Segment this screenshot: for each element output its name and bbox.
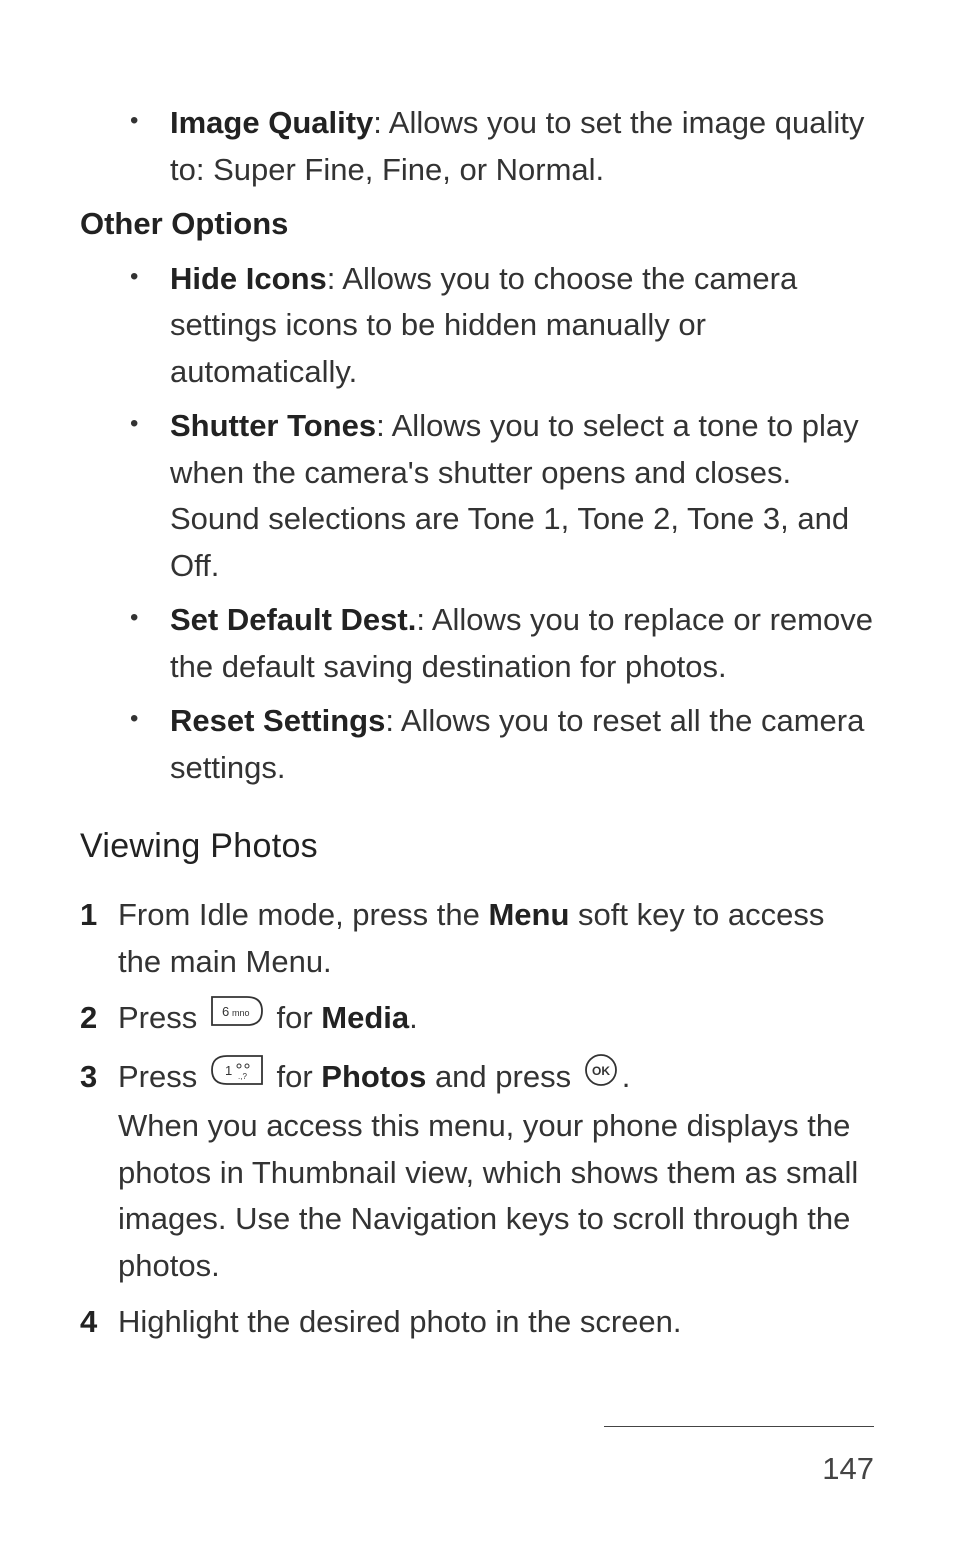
viewing-photos-heading: Viewing Photos (80, 821, 874, 872)
step-3: 3 Press 1.,? for Photos and press OK. Wh… (80, 1054, 874, 1290)
step-text: Highlight the desired photo in the scree… (118, 1299, 874, 1346)
page-number: 147 (822, 1451, 874, 1487)
menu-softkey: Menu (488, 897, 569, 932)
bullet-hide-icons: • Hide Icons: Allows you to choose the c… (80, 256, 874, 396)
svg-text:OK: OK (592, 1064, 610, 1078)
key-ok-icon: OK (583, 1052, 619, 1102)
bullet-mark: • (130, 403, 170, 589)
step-1: 1 From Idle mode, press the Menu soft ke… (80, 892, 874, 985)
step-number: 4 (80, 1299, 118, 1346)
bullet-reset-settings: • Reset Settings: Allows you to reset al… (80, 698, 874, 791)
step-number: 1 (80, 892, 118, 985)
step-3-paragraph: When you access this menu, your phone di… (118, 1103, 874, 1289)
bullet-text: Shutter Tones: Allows you to select a to… (170, 403, 874, 589)
bullet-text: Image Quality: Allows you to set the ima… (170, 100, 874, 193)
label: Shutter Tones (170, 408, 376, 443)
step-4: 4 Highlight the desired photo in the scr… (80, 1299, 874, 1346)
bullet-mark: • (130, 256, 170, 396)
bullet-mark: • (130, 100, 170, 193)
bullet-text: Set Default Dest.: Allows you to replace… (170, 597, 874, 690)
text-end: . (409, 1000, 418, 1035)
label: Reset Settings (170, 703, 385, 738)
bullet-image-quality: • Image Quality: Allows you to set the i… (80, 100, 874, 193)
bullet-set-default-dest: • Set Default Dest.: Allows you to repla… (80, 597, 874, 690)
step-text: From Idle mode, press the Menu soft key … (118, 892, 874, 985)
bullet-text: Reset Settings: Allows you to reset all … (170, 698, 874, 791)
text-a: Press (118, 1059, 206, 1094)
label: Set Default Dest. (170, 602, 416, 637)
key-1-icon: 1.,? (209, 1053, 265, 1101)
step-number: 3 (80, 1054, 118, 1290)
bullet-text: Hide Icons: Allows you to choose the cam… (170, 256, 874, 396)
other-options-heading: Other Options (80, 201, 874, 248)
text-end: . (622, 1059, 631, 1094)
svg-text:6: 6 (222, 1004, 229, 1019)
text-a: Press (118, 1000, 206, 1035)
photos-label: Photos (321, 1059, 426, 1094)
svg-text:mno: mno (232, 1008, 250, 1018)
svg-text:1: 1 (225, 1063, 232, 1078)
bullet-mark: • (130, 698, 170, 791)
bullet-mark: • (130, 597, 170, 690)
step-number: 2 (80, 995, 118, 1044)
footer-divider (604, 1426, 874, 1427)
label: Image Quality (170, 105, 373, 140)
step-text: Press 1.,? for Photos and press OK. When… (118, 1054, 874, 1290)
text-b: and press (426, 1059, 579, 1094)
step-text: Press 6mno for Media. (118, 995, 874, 1044)
svg-text:.,?: .,? (238, 1072, 247, 1081)
step-2: 2 Press 6mno for Media. (80, 995, 874, 1044)
text-a: From Idle mode, press the (118, 897, 488, 932)
text-for: for (268, 1059, 321, 1094)
label: Hide Icons (170, 261, 327, 296)
text-for: for (268, 1000, 321, 1035)
page-content: • Image Quality: Allows you to set the i… (80, 100, 874, 1346)
media-label: Media (321, 1000, 409, 1035)
bullet-shutter-tones: • Shutter Tones: Allows you to select a … (80, 403, 874, 589)
key-6-mno-icon: 6mno (209, 994, 265, 1042)
